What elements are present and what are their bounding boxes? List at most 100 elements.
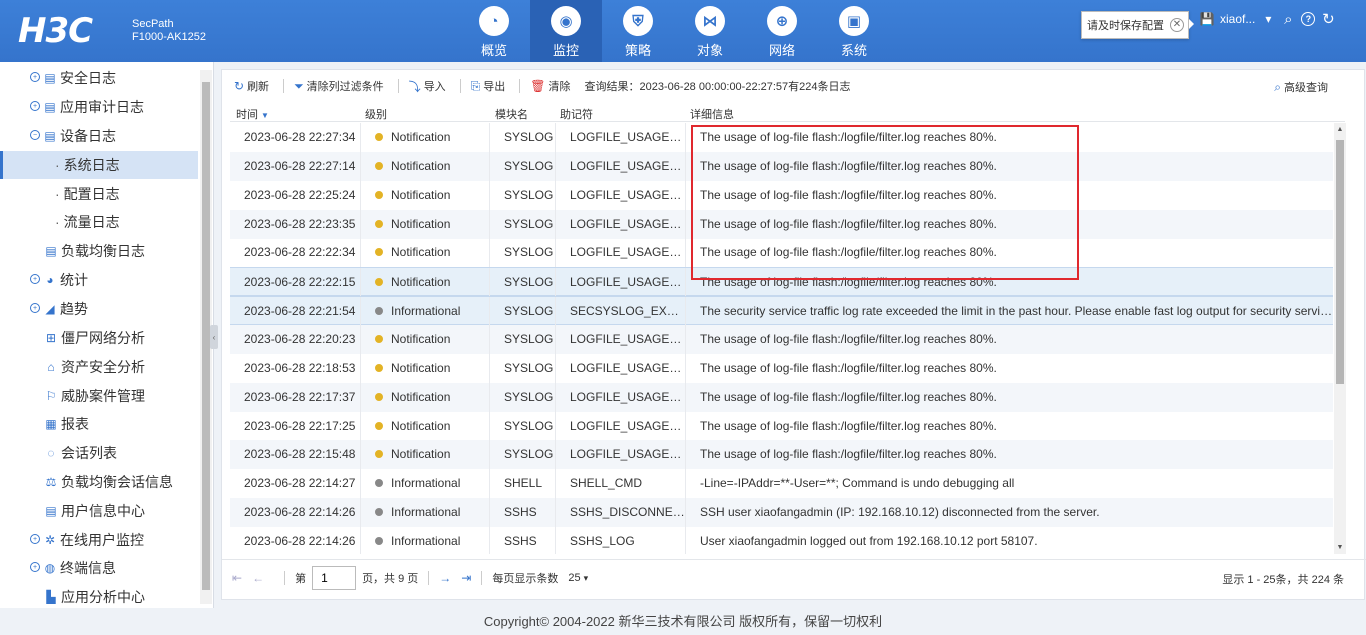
h3c-logo: H3C (18, 11, 93, 51)
expand-icon[interactable]: + (30, 303, 40, 313)
report-icon: ▦ (45, 417, 57, 431)
sidebar-item-app-audit-log[interactable]: + ▤ 应用审计日志 (0, 93, 198, 121)
expand-icon[interactable]: + (30, 562, 40, 572)
advanced-query-button[interactable]: ⌕ 高级查询 (1274, 79, 1328, 95)
cell-detail: -Line=-IPAddr=**-User=**; Command is und… (700, 476, 1015, 491)
sidebar-item-label: 威胁案件管理 (61, 388, 145, 404)
sidebar-item-online-users[interactable]: + ✲ 在线用户监控 (0, 526, 198, 554)
sidebar-item-statistics[interactable]: + ◕ 统计 (0, 266, 198, 294)
expand-icon[interactable]: + (30, 72, 40, 82)
cell-mnemonic: LOGFILE_USAGEHI... (556, 382, 686, 412)
sidebar-item-report[interactable]: ▦ 报表 (0, 410, 198, 438)
toolbar-divider (397, 79, 399, 93)
clear-button[interactable]: 🗑 清除 (530, 78, 570, 94)
table-row[interactable]: 2023-06-28 22:21:54 Informational SYSLOG SE… (230, 296, 1333, 327)
table-row[interactable]: 2023-06-28 22:18:53 Notification SYSLOG LOG… (230, 353, 1333, 383)
cell-mnemonic: LOGFILE_USAGEHI... (556, 440, 686, 470)
sidebar-item-trend[interactable]: + ◢ 趋势 (0, 295, 198, 323)
table-row[interactable]: 2023-06-28 22:17:37 Notification SYSLOG LOG… (230, 382, 1333, 412)
clear-filter-button[interactable]: ⏷ 清除列过滤条件 (294, 78, 384, 94)
scroll-down-icon[interactable]: ▼ (1334, 542, 1346, 554)
table-row[interactable]: 2023-06-28 22:23:35 Notification SYSLOG LOG… (230, 209, 1333, 239)
column-header-detail[interactable]: 详细信息 (690, 106, 734, 122)
prev-page-icon[interactable]: ← (252, 571, 264, 585)
nav-monitor[interactable]: ◉ 监控 (530, 0, 602, 62)
table-row[interactable]: 2023-06-28 22:14:26 Informational SSHS SSHS… (230, 498, 1333, 528)
sidebar-item-threat-case[interactable]: ⚐ 威胁案件管理 (0, 382, 198, 410)
export-button[interactable]: ⎘ 导出 (471, 78, 506, 94)
cell-mnemonic: SSHS_DISCONNECT (556, 498, 686, 528)
cell-mnemonic: LOGFILE_USAGEHI... (556, 353, 686, 383)
column-header-mnemonic[interactable]: 助记符 (560, 106, 593, 122)
app-audit-log-icon: ▤ (44, 100, 56, 114)
last-page-icon[interactable]: ⇥ (461, 571, 471, 585)
search-icon[interactable]: ⌕ (1281, 11, 1295, 28)
table-row[interactable]: 2023-06-28 22:17:25 Notification SYSLOG LOG… (230, 411, 1333, 441)
column-header-time[interactable]: 时间 ▼ (236, 106, 269, 122)
page-number-input[interactable] (312, 565, 357, 590)
refresh-icon[interactable]: ↻ (1321, 11, 1335, 28)
table-row[interactable]: 2023-06-28 22:15:48 Notification SYSLOG LOG… (230, 440, 1333, 470)
first-page-icon[interactable]: ⇤ (232, 571, 242, 585)
table-row[interactable]: 2023-06-28 22:22:34 Notification SYSLOG LOG… (230, 238, 1333, 268)
next-page-icon[interactable]: → (439, 571, 451, 585)
footer-copyright: Copyright© 2004-2022 新华三技术有限公司 版权所有，保留一切… (0, 608, 1366, 635)
network-icon: ⊕ (767, 6, 797, 36)
table-row[interactable]: 2023-06-28 22:27:14 Notification SYSLOG LOG… (230, 151, 1333, 181)
cell-level: Notification (361, 411, 490, 441)
scroll-up-icon[interactable]: ▲ (1334, 124, 1346, 136)
nav-object[interactable]: ⋈ 对象 (674, 0, 746, 62)
nav-system[interactable]: ▣ 系统 (818, 0, 890, 62)
column-header-module[interactable]: 模块名 (495, 106, 528, 122)
sidebar-item-system-log[interactable]: · 系统日志 (0, 151, 198, 179)
table-row[interactable]: 2023-06-28 22:14:27 Informational SHELL SHE… (230, 469, 1333, 499)
sidebar-item-session-list[interactable]: ◌ 会话列表 (0, 439, 198, 467)
security-log-icon: ▤ (44, 71, 56, 85)
table-row[interactable]: 2023-06-28 22:14:26 Informational SSHS SSHS… (230, 526, 1333, 554)
sort-down-icon[interactable]: ▼ (261, 111, 269, 120)
sidebar-item-device-log[interactable]: − ▤ 设备日志 (0, 122, 198, 150)
expand-icon[interactable]: + (30, 534, 40, 544)
chevron-down-icon[interactable]: ▾ (1261, 12, 1275, 26)
import-button[interactable]: ⤵ 导入 (409, 78, 446, 95)
help-icon[interactable]: ? (1301, 12, 1316, 26)
nav-policy[interactable]: ⛨ 策略 (602, 0, 674, 62)
expand-icon[interactable]: − (30, 130, 40, 140)
chevron-down-icon: ▾ (583, 572, 589, 583)
nav-network[interactable]: ⊕ 网络 (746, 0, 818, 62)
sidebar-item-config-log[interactable]: · 配置日志 (0, 180, 198, 208)
refresh-button[interactable]: ↻ 刷新 (234, 78, 269, 94)
cell-detail: The usage of log-file flash:/logfile/fil… (700, 275, 997, 290)
close-icon[interactable]: ✕ (1170, 18, 1184, 32)
expand-icon[interactable]: + (30, 101, 40, 111)
cell-detail: The usage of log-file flash:/logfile/fil… (700, 389, 997, 404)
table-row[interactable]: 2023-06-28 22:22:15 Notification SYSLOG LOG… (230, 267, 1333, 298)
expand-icon[interactable]: + (30, 274, 40, 284)
cell-time: 2023-06-28 22:27:14 (230, 151, 361, 181)
sidebar-item-lb-session[interactable]: ⚖ 负载均衡会话信息 (0, 468, 198, 496)
sidebar-collapse-handle[interactable]: ‹ (210, 325, 218, 349)
table-row[interactable]: 2023-06-28 22:27:34 Notification SYSLOG LOG… (230, 123, 1333, 152)
sidebar-item-security-log[interactable]: + ▤ 安全日志 (0, 64, 198, 92)
sidebar-item-botnet-analysis[interactable]: ⊞ 僵尸网络分析 (0, 324, 198, 352)
per-page-select[interactable]: 25 ▾ (568, 572, 588, 584)
table-row[interactable]: 2023-06-28 22:25:24 Notification SYSLOG LOG… (230, 180, 1333, 210)
cell-level: Notification (361, 151, 490, 181)
sidebar-item-traffic-log[interactable]: · 流量日志 (0, 208, 198, 236)
sidebar-item-label: 流量日志 (63, 214, 120, 230)
sidebar-item-asset-analysis[interactable]: ⌂ 资产安全分析 (0, 353, 198, 381)
sidebar-item-app-analysis[interactable]: ▙ 应用分析中心 (0, 583, 198, 611)
sidebar-item-lb-log[interactable]: ▤ 负载均衡日志 (0, 237, 198, 265)
username[interactable]: xiaof... (1220, 12, 1255, 26)
pagination: ⇤ ← 第 页，共 9 页 → ⇥ 每页显示条数 25 ▾ 显示 1 - 25条… (222, 559, 1366, 595)
sidebar-item-terminal-info[interactable]: + ◍ 终端信息 (0, 554, 198, 582)
sidebar-scroll-thumb[interactable] (202, 82, 210, 590)
sidebar-item-user-info[interactable]: ▤ 用户信息中心 (0, 497, 198, 525)
save-icon[interactable]: 💾 (1200, 12, 1215, 26)
column-header-level[interactable]: 级别 (365, 106, 387, 122)
grid-scroll-thumb[interactable] (1336, 140, 1344, 384)
table-row[interactable]: 2023-06-28 22:20:23 Notification SYSLOG LOG… (230, 324, 1333, 354)
export-icon: ⎘ (470, 78, 481, 93)
nav-overview[interactable]: ◔ 概览 (458, 0, 530, 62)
asset-analysis-icon: ⌂ (47, 360, 55, 374)
